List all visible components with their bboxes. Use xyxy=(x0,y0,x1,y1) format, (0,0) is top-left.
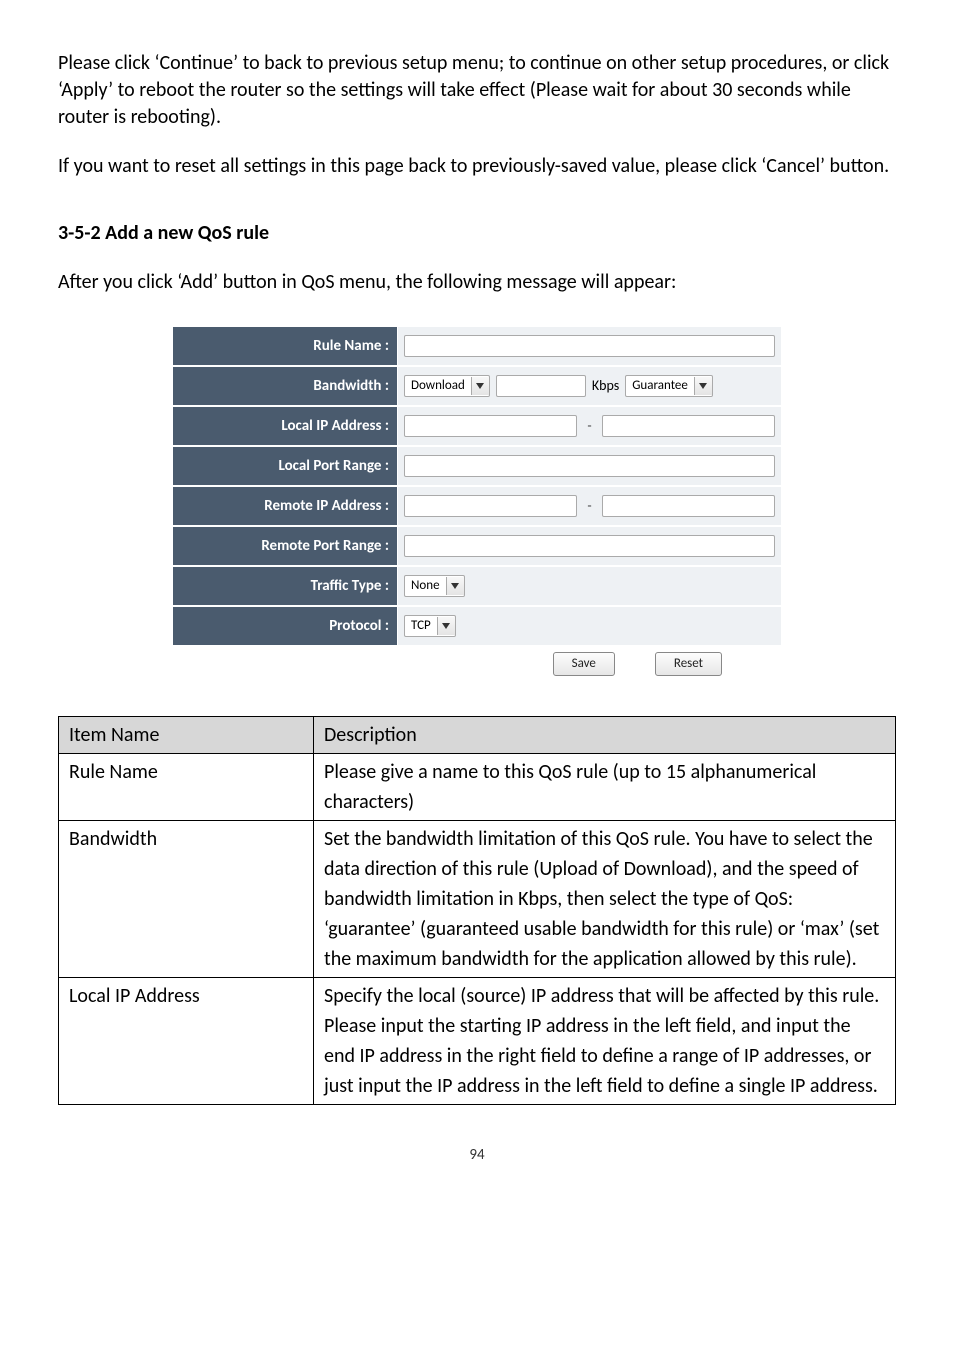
table-header-row: Item Name Description xyxy=(59,717,896,754)
remote-port-input[interactable] xyxy=(404,535,775,557)
label-traffic-type: Traffic Type : xyxy=(172,566,397,606)
protocol-select[interactable]: TCP xyxy=(404,615,456,637)
header-description: Description xyxy=(314,717,896,754)
row-rule-name: Rule Name : xyxy=(172,326,782,366)
remote-ip-end-input[interactable] xyxy=(602,495,775,517)
row-protocol: Protocol : TCP xyxy=(172,606,782,646)
table-row: Bandwidth Set the bandwidth limitation o… xyxy=(59,821,896,978)
label-local-ip: Local IP Address : xyxy=(172,406,397,446)
save-button[interactable]: Save xyxy=(553,652,615,676)
qos-form: Rule Name : Bandwidth : Download Kbps Gu… xyxy=(172,326,782,676)
value-protocol: TCP xyxy=(397,606,782,646)
bandwidth-value-input[interactable] xyxy=(496,375,586,397)
range-separator: - xyxy=(583,497,595,516)
section-heading: 3-5-2 Add a new QoS rule xyxy=(58,220,896,247)
label-local-port: Local Port Range : xyxy=(172,446,397,486)
value-bandwidth: Download Kbps Guarantee xyxy=(397,366,782,406)
local-port-input[interactable] xyxy=(404,455,775,477)
cell-item: Local IP Address xyxy=(59,978,314,1105)
row-remote-port: Remote Port Range : xyxy=(172,526,782,566)
chevron-down-icon xyxy=(437,617,455,635)
reset-button[interactable]: Reset xyxy=(655,652,722,676)
bandwidth-mode-select[interactable]: Guarantee xyxy=(625,375,713,397)
cell-desc: Specify the local (source) IP address th… xyxy=(314,978,896,1105)
row-traffic-type: Traffic Type : None xyxy=(172,566,782,606)
cell-item: Bandwidth xyxy=(59,821,314,978)
table-row: Rule Name Please give a name to this QoS… xyxy=(59,754,896,821)
table-row: Local IP Address Specify the local (sour… xyxy=(59,978,896,1105)
label-rule-name: Rule Name : xyxy=(172,326,397,366)
range-separator: - xyxy=(583,417,595,436)
bandwidth-direction-value: Download xyxy=(411,377,465,395)
value-remote-ip: - xyxy=(397,486,782,526)
page-number: 94 xyxy=(58,1145,896,1165)
label-protocol: Protocol : xyxy=(172,606,397,646)
traffic-type-value: None xyxy=(411,577,440,595)
header-item-name: Item Name xyxy=(59,717,314,754)
local-ip-start-input[interactable] xyxy=(404,415,577,437)
chevron-down-icon xyxy=(446,577,464,595)
form-button-row: Save Reset xyxy=(172,646,782,676)
bandwidth-direction-select[interactable]: Download xyxy=(404,375,490,397)
row-remote-ip: Remote IP Address : - xyxy=(172,486,782,526)
value-remote-port xyxy=(397,526,782,566)
bandwidth-mode-value: Guarantee xyxy=(632,377,688,395)
cell-desc: Please give a name to this QoS rule (up … xyxy=(314,754,896,821)
bandwidth-unit: Kbps xyxy=(592,377,619,396)
local-ip-end-input[interactable] xyxy=(602,415,775,437)
protocol-value: TCP xyxy=(411,617,431,635)
label-remote-port: Remote Port Range : xyxy=(172,526,397,566)
label-remote-ip: Remote IP Address : xyxy=(172,486,397,526)
paragraph-1: Please click ‘Continue’ to back to previ… xyxy=(58,50,896,131)
cell-desc: Set the bandwidth limitation of this QoS… xyxy=(314,821,896,978)
label-bandwidth: Bandwidth : xyxy=(172,366,397,406)
paragraph-2: If you want to reset all settings in thi… xyxy=(58,153,896,180)
remote-ip-start-input[interactable] xyxy=(404,495,577,517)
row-bandwidth: Bandwidth : Download Kbps Guarantee xyxy=(172,366,782,406)
chevron-down-icon xyxy=(471,377,489,395)
value-traffic-type: None xyxy=(397,566,782,606)
paragraph-3: After you click ‘Add’ button in QoS menu… xyxy=(58,269,896,296)
description-table: Item Name Description Rule Name Please g… xyxy=(58,716,896,1105)
traffic-type-select[interactable]: None xyxy=(404,575,465,597)
rule-name-input[interactable] xyxy=(404,335,775,357)
chevron-down-icon xyxy=(694,377,712,395)
cell-item: Rule Name xyxy=(59,754,314,821)
value-local-port xyxy=(397,446,782,486)
row-local-port: Local Port Range : xyxy=(172,446,782,486)
value-rule-name xyxy=(397,326,782,366)
value-local-ip: - xyxy=(397,406,782,446)
row-local-ip: Local IP Address : - xyxy=(172,406,782,446)
